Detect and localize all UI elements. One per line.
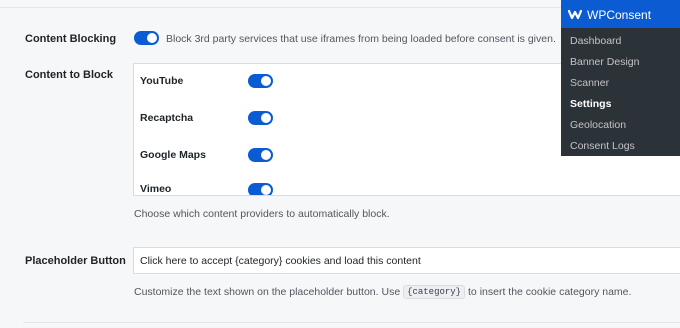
content-blocking-toggle[interactable] xyxy=(134,31,159,45)
wpconsent-logo-icon xyxy=(568,9,582,20)
provider-toggle-google-maps[interactable] xyxy=(248,148,273,162)
toggle-knob xyxy=(261,76,271,86)
content-to-block-label: Content to Block xyxy=(25,69,113,81)
divider-bottom xyxy=(23,322,680,323)
category-code-tag: {category} xyxy=(403,285,466,299)
provider-toggle-youtube[interactable] xyxy=(248,74,273,88)
content-blocking-label: Content Blocking xyxy=(25,33,117,45)
provider-toggle-recaptcha[interactable] xyxy=(248,111,273,125)
menu-item-banner-design[interactable]: Banner Design xyxy=(570,56,639,68)
toggle-knob xyxy=(261,150,271,160)
menu-item-settings[interactable]: Settings xyxy=(570,98,611,110)
placeholder-button-help: Customize the text shown on the placehol… xyxy=(134,285,631,299)
provider-name-vimeo: Vimeo xyxy=(140,183,172,195)
content-to-block-help: Choose which content providers to automa… xyxy=(134,208,390,220)
help-text-after: to insert the cookie category name. xyxy=(468,286,632,298)
menu-header[interactable]: WPConsent xyxy=(561,0,680,28)
toggle-knob xyxy=(147,33,157,43)
placeholder-button-input[interactable] xyxy=(133,247,680,274)
menu-item-consent-logs[interactable]: Consent Logs xyxy=(570,140,635,152)
admin-submenu: WPConsent Dashboard Banner Design Scanne… xyxy=(561,0,680,156)
toggle-knob xyxy=(261,185,271,195)
placeholder-button-label: Placeholder Button xyxy=(25,255,126,267)
provider-name-recaptcha: Recaptcha xyxy=(140,112,194,124)
content-blocking-description: Block 3rd party services that use iframe… xyxy=(166,33,556,45)
menu-item-scanner[interactable]: Scanner xyxy=(570,77,609,89)
menu-title: WPConsent xyxy=(587,8,652,22)
provider-toggle-vimeo[interactable] xyxy=(248,183,273,195)
provider-name-google-maps: Google Maps xyxy=(140,149,206,161)
provider-name-youtube: YouTube xyxy=(140,75,184,87)
help-text-before: Customize the text shown on the placehol… xyxy=(134,286,401,298)
menu-item-geolocation[interactable]: Geolocation xyxy=(570,119,626,131)
menu-item-dashboard[interactable]: Dashboard xyxy=(570,35,621,47)
toggle-knob xyxy=(261,113,271,123)
